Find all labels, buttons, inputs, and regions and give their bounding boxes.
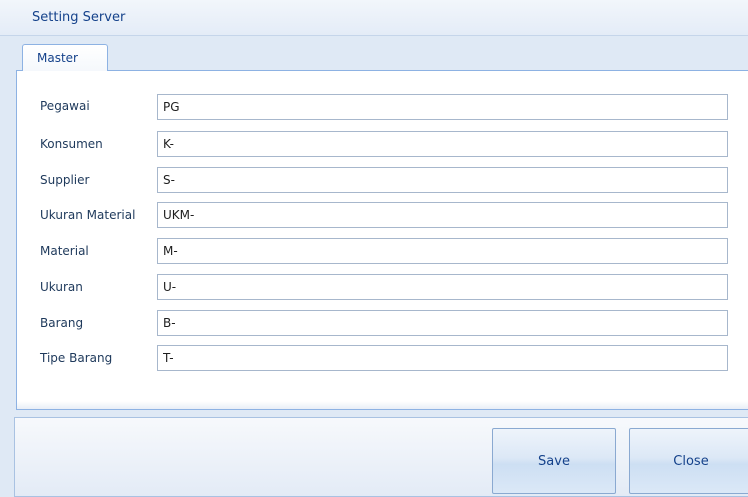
- title-bar[interactable]: Setting Server: [0, 0, 748, 36]
- supplier-input[interactable]: [157, 167, 728, 193]
- label-supplier: Supplier: [40, 173, 90, 187]
- pegawai-input[interactable]: [157, 94, 728, 120]
- tipe-barang-input[interactable]: [157, 345, 728, 371]
- label-material: Material: [40, 244, 89, 258]
- window-title: Setting Server: [32, 10, 126, 25]
- settings-window: Setting Server Master Pegawai Konsumen S…: [0, 0, 748, 497]
- tab-master-label: Master: [37, 51, 78, 65]
- label-barang: Barang: [40, 316, 84, 330]
- label-konsumen: Konsumen: [40, 137, 103, 151]
- barang-input[interactable]: [157, 310, 728, 336]
- close-button[interactable]: Close: [629, 428, 748, 494]
- ukuran-material-input[interactable]: [157, 202, 728, 228]
- label-pegawai: Pegawai: [40, 99, 90, 113]
- ukuran-input[interactable]: [157, 274, 728, 300]
- label-ukuran-material: Ukuran Material: [40, 208, 136, 222]
- panel-bottom-edge: [17, 401, 748, 409]
- label-tipe-barang: Tipe Barang: [40, 351, 113, 365]
- save-button[interactable]: Save: [492, 428, 616, 494]
- material-input[interactable]: [157, 238, 728, 264]
- label-ukuran: Ukuran: [40, 280, 83, 294]
- konsumen-input[interactable]: [157, 131, 728, 157]
- tab-master[interactable]: Master: [22, 44, 108, 71]
